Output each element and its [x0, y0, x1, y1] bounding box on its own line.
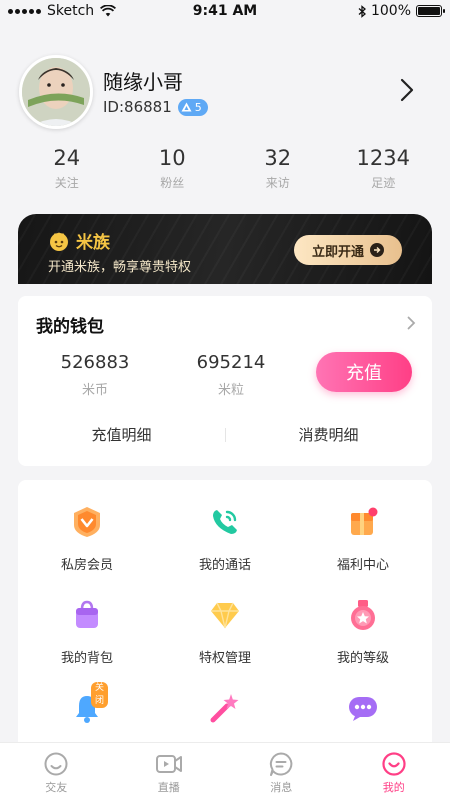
wallet-links: 充值明细 消费明细 — [18, 420, 432, 450]
user-id-text: ID:86881 — [103, 98, 172, 116]
feature-my-level[interactable]: 我的等级 — [294, 595, 432, 688]
stat-value: 24 — [53, 146, 81, 170]
tab-live[interactable]: 直播 — [113, 743, 226, 800]
vip-title: 米族 — [76, 233, 110, 253]
tab-profile[interactable]: 我的 — [338, 743, 450, 800]
features-grid: 私房会员 我的通话 福利中心 我的背包 特权管理 我的等级 关闭 — [18, 502, 432, 750]
level-badge: 5 — [177, 98, 208, 116]
stat-value: 10 — [158, 146, 186, 170]
features-card: 私房会员 我的通话 福利中心 我的背包 特权管理 我的等级 关闭 — [18, 480, 432, 750]
stat-value: 32 — [264, 146, 292, 170]
user-id: ID:86881 5 — [103, 98, 208, 116]
stat-footprints[interactable]: 1234 足迹 — [338, 146, 428, 196]
bell-icon: 关闭 — [67, 682, 109, 728]
recharge-button[interactable]: 充值 — [316, 352, 412, 392]
tab-friends[interactable]: 交友 — [0, 743, 113, 800]
bag-icon — [67, 595, 107, 635]
status-bar: Sketch 9:41 AM 100% — [0, 0, 450, 24]
username: 随缘小哥 — [103, 70, 183, 94]
grains-value: 695214 — [196, 352, 266, 373]
stat-value: 1234 — [356, 146, 410, 170]
tab-label: 直播 — [157, 781, 180, 794]
feature-label: 特权管理 — [198, 651, 251, 666]
avatar[interactable] — [19, 55, 93, 129]
tab-messages[interactable]: 消息 — [225, 743, 338, 800]
profile-chevron-right-icon[interactable] — [400, 78, 414, 102]
feature-label: 我的背包 — [60, 651, 113, 666]
shield-v-icon — [67, 502, 107, 542]
stat-label: 足迹 — [371, 176, 396, 190]
feature-label: 我的通话 — [198, 558, 251, 573]
wallet-chevron-right-icon[interactable] — [407, 316, 416, 330]
feature-my-bag[interactable]: 我的背包 — [18, 595, 156, 688]
feature-label: 私房会员 — [60, 558, 113, 573]
off-badge: 关闭 — [91, 682, 109, 708]
coins-value: 526883 — [60, 352, 130, 373]
profile-icon — [382, 752, 406, 776]
vip-subtitle: 开通米族，畅享尊贵特权 — [48, 260, 192, 275]
feature-notifications[interactable]: 关闭 — [18, 682, 156, 750]
stat-fans[interactable]: 10 粉丝 — [127, 146, 217, 196]
level-number: 5 — [194, 100, 202, 114]
vip-crown-icon — [50, 231, 68, 251]
tab-label: 消息 — [270, 781, 293, 794]
grains-balance: 695214 米粒 — [166, 352, 296, 398]
phone-icon — [205, 502, 245, 542]
stats-row: 24 关注 10 粉丝 32 来访 1234 足迹 — [0, 146, 450, 196]
vip-banner[interactable]: 米族 开通米族，畅享尊贵特权 立即开通 — [18, 214, 432, 284]
battery-icon — [416, 5, 445, 17]
feature-label: 福利中心 — [336, 558, 389, 573]
feature-chat[interactable] — [294, 688, 432, 750]
stat-label: 来访 — [265, 176, 290, 190]
smile-icon — [44, 752, 68, 776]
stat-label: 关注 — [54, 176, 79, 190]
chat-bubbles-icon — [343, 688, 383, 728]
vip-open-button[interactable]: 立即开通 — [294, 235, 402, 265]
message-icon — [270, 752, 293, 776]
magic-wand-icon — [205, 688, 245, 728]
vip-logo: 米族 — [48, 228, 110, 253]
bluetooth-icon — [358, 4, 366, 18]
gift-icon — [343, 502, 383, 542]
coins-label: 米币 — [81, 383, 108, 398]
recharge-detail-link[interactable]: 充值明细 — [18, 420, 225, 450]
stat-following[interactable]: 24 关注 — [22, 146, 112, 196]
tab-label: 我的 — [382, 781, 405, 794]
wallet-title: 我的钱包 — [36, 317, 104, 337]
feature-welfare-center[interactable]: 福利中心 — [294, 502, 432, 595]
feature-private-vip[interactable]: 私房会员 — [18, 502, 156, 595]
diamond-icon — [205, 595, 245, 635]
bottom-tab-bar: 交友 直播 消息 我的 — [0, 742, 450, 800]
feature-label: 我的等级 — [336, 651, 389, 666]
medal-icon — [343, 595, 383, 635]
level-triangle-icon — [181, 102, 192, 112]
arrow-right-icon — [370, 243, 384, 257]
grains-label: 米粒 — [217, 383, 244, 398]
wallet-card: 我的钱包 526883 米币 695214 米粒 充值 充值明细 消费明细 — [18, 296, 432, 466]
spend-detail-link[interactable]: 消费明细 — [225, 420, 432, 450]
coins-balance: 526883 米币 — [30, 352, 160, 398]
video-icon — [155, 755, 182, 773]
vip-open-label: 立即开通 — [311, 244, 364, 260]
tab-label: 交友 — [45, 781, 68, 794]
battery-label: 100% — [370, 3, 411, 19]
stat-visitors[interactable]: 32 来访 — [233, 146, 323, 196]
feature-magic[interactable] — [156, 688, 294, 750]
stat-label: 粉丝 — [160, 176, 185, 190]
profile-header[interactable]: 随缘小哥 ID:86881 5 — [0, 52, 450, 132]
divider — [225, 428, 226, 442]
feature-privilege-management[interactable]: 特权管理 — [156, 595, 294, 688]
feature-my-calls[interactable]: 我的通话 — [156, 502, 294, 595]
